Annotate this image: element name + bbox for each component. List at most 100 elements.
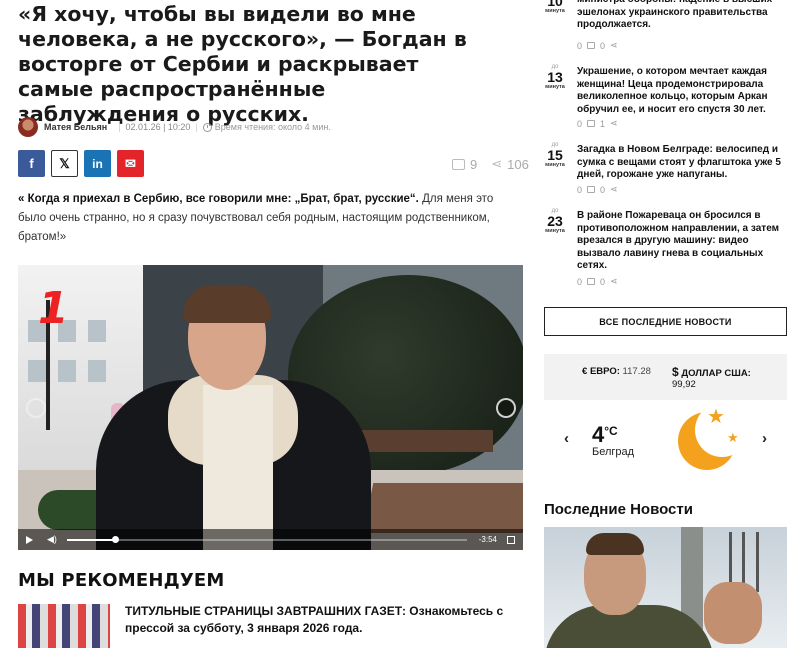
- news-headline-link[interactable]: В районе Пожареваца он бросился в против…: [577, 210, 787, 273]
- weather-city: Белград: [592, 446, 635, 458]
- news-comments-count: 0: [577, 40, 583, 51]
- share-linkedin-button[interactable]: in: [84, 150, 111, 177]
- temp-value: 4: [592, 422, 605, 447]
- publish-date: 02.01.26 | 10:20: [125, 122, 191, 132]
- euro-icon: €: [582, 366, 588, 377]
- weather-prev-arrow[interactable]: ‹: [564, 430, 569, 447]
- currency-rates: € ЕВРО: 117.28 $ ДОЛЛАР США: 99,92: [544, 354, 787, 400]
- recommend-thumbnail[interactable]: [18, 604, 110, 648]
- usd-rate: $ ДОЛЛАР США:: [672, 365, 751, 379]
- article-lead: « Когда я приехал в Сербию, все говорили…: [18, 190, 518, 247]
- news-time-unit: минута: [545, 84, 565, 90]
- linkedin-icon: in: [92, 156, 103, 171]
- news-time-number: 10: [547, 0, 563, 9]
- image-flagpole: [756, 532, 759, 592]
- video-progress-fill: [66, 538, 115, 541]
- euro-rate: € ЕВРО: 117.28: [582, 366, 651, 377]
- recommend-item-link[interactable]: ТИТУЛЬНЫЕ СТРАНИЦЫ ЗАВТРАШНИХ ГАЗЕТ: Озн…: [125, 603, 520, 637]
- video-frame-person-hair: [183, 285, 271, 323]
- video-next-icon[interactable]: [496, 398, 516, 418]
- news-headline-link[interactable]: Загадка в Новом Белграде: велосипед и су…: [577, 144, 787, 182]
- comment-icon: [587, 278, 596, 285]
- all-news-button[interactable]: ВСЕ ПОСЛЕДНИЕ НОВОСТИ: [544, 307, 787, 336]
- comments-count: 9: [470, 156, 478, 172]
- byline-divider: |: [195, 122, 198, 132]
- comment-icon: [452, 158, 465, 170]
- news-likes-count: 0: [600, 276, 606, 287]
- latest-news-image[interactable]: [544, 527, 787, 648]
- share-buttons: f 𝕏 in ✉: [18, 150, 144, 177]
- usd-label: ДОЛЛАР США:: [681, 368, 751, 379]
- share-icon[interactable]: ⋖: [610, 40, 618, 51]
- news-headline-link[interactable]: Украшение, о котором мечтает каждая женщ…: [577, 66, 787, 116]
- image-person-hair: [586, 533, 644, 555]
- news-time-number: 23: [547, 213, 563, 229]
- author-name[interactable]: Матея Бельян: [44, 122, 107, 132]
- comments-count-link[interactable]: 9: [452, 157, 477, 172]
- share-icon: ⋖: [491, 156, 503, 171]
- news-time-unit: минута: [545, 8, 565, 14]
- news-time: до 23 минута: [540, 208, 570, 234]
- news-time-unit: минута: [545, 162, 565, 168]
- news-meta: 0 1 ⋖: [577, 118, 618, 129]
- video-frame-person-shirt: [203, 385, 273, 550]
- news-comments-count: 0: [577, 184, 583, 195]
- news-likes-count: 0: [600, 184, 606, 195]
- play-icon[interactable]: [26, 535, 33, 544]
- usd-value: 99,92: [672, 379, 696, 390]
- news-comments-count: 0: [577, 276, 583, 287]
- share-icon[interactable]: ⋖: [610, 118, 618, 129]
- share-facebook-button[interactable]: f: [18, 150, 45, 177]
- article-byline: Матея Бельян | 02.01.26 | 10:20 | Время …: [18, 116, 331, 138]
- clock-icon: [202, 122, 212, 132]
- news-headline-link[interactable]: министра обороны: падение в высших эшело…: [577, 0, 787, 32]
- share-icon[interactable]: ⋖: [610, 184, 618, 195]
- byline-divider: |: [118, 122, 121, 132]
- comment-icon: [587, 120, 596, 127]
- share-email-button[interactable]: ✉: [117, 150, 144, 177]
- news-time: до 15 минута: [540, 142, 570, 168]
- article-counts: 9 ⋖ 106: [452, 156, 529, 172]
- weather-temperature: 4°C: [592, 422, 618, 448]
- usd-icon: $: [672, 365, 679, 379]
- news-comments-count: 0: [577, 118, 583, 129]
- news-time-unit: минута: [545, 228, 565, 234]
- weather-widget: ‹ 4°C Белград ★ ★ ›: [544, 400, 787, 486]
- video-controls: ◀) -3:54: [18, 529, 523, 550]
- author-avatar[interactable]: [18, 117, 38, 137]
- comment-icon: [587, 186, 596, 193]
- news-time-number: 13: [547, 69, 563, 85]
- read-time: Время чтения: около 4 мин.: [214, 122, 331, 132]
- star-icon: ★: [727, 430, 739, 445]
- news-meta: 0 0 ⋖: [577, 276, 618, 287]
- lead-bold: « Когда я приехал в Сербию, все говорили…: [18, 193, 419, 205]
- volume-icon[interactable]: ◀): [47, 534, 57, 545]
- facebook-icon: f: [29, 156, 34, 171]
- channel-logo-icon: 1: [38, 283, 69, 334]
- share-icon[interactable]: ⋖: [610, 276, 618, 287]
- news-meta: 0 0 ⋖: [577, 40, 618, 51]
- weather-next-arrow[interactable]: ›: [762, 430, 767, 447]
- news-likes-count: 1: [600, 118, 606, 129]
- email-icon: ✉: [125, 155, 136, 171]
- latest-news-heading: Последние Новости: [544, 501, 693, 518]
- news-time: до 13 минута: [540, 64, 570, 90]
- video-progress-bar[interactable]: [66, 535, 467, 543]
- video-progress-knob[interactable]: [111, 535, 119, 543]
- news-meta: 0 0 ⋖: [577, 184, 618, 195]
- news-time-number: 15: [547, 147, 563, 163]
- shares-count-link[interactable]: ⋖ 106: [491, 156, 529, 172]
- video-prev-icon[interactable]: [26, 398, 46, 418]
- shares-count: 106: [507, 156, 529, 172]
- temp-unit: °C: [604, 424, 618, 438]
- recommend-heading: МЫ РЕКОМЕНДУЕМ: [18, 570, 225, 591]
- fullscreen-icon[interactable]: [507, 535, 515, 544]
- news-time: 10 минута: [540, 0, 570, 14]
- euro-value: 117.28: [622, 366, 651, 377]
- x-icon: 𝕏: [59, 155, 70, 171]
- news-likes-count: 0: [600, 40, 606, 51]
- euro-label: ЕВРО:: [589, 366, 620, 377]
- image-person-fist: [704, 582, 762, 644]
- share-x-button[interactable]: 𝕏: [51, 150, 78, 177]
- video-player[interactable]: 1 ◀) -3:54: [18, 265, 523, 550]
